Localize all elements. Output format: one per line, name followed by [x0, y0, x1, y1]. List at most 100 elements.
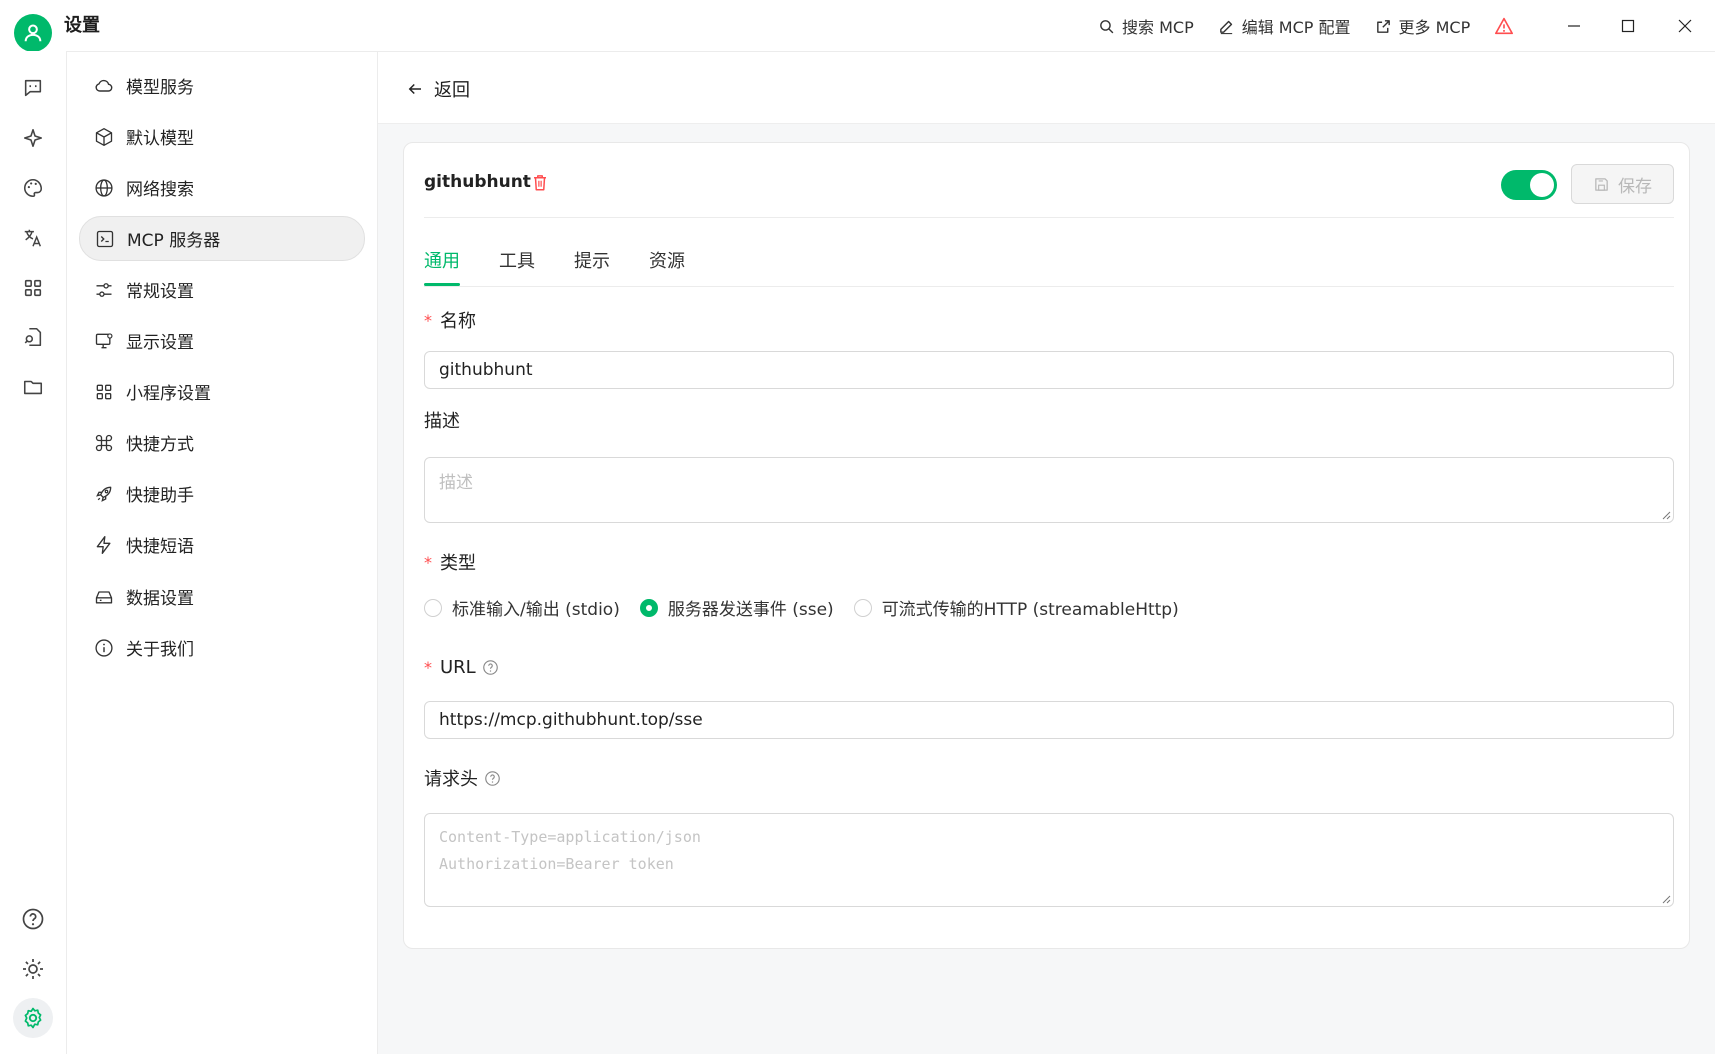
url-label: * URL — [424, 657, 499, 678]
chat-icon — [24, 79, 42, 97]
rail-folder-button[interactable] — [15, 369, 51, 405]
nav-item-data-settings[interactable]: 数据设置 — [79, 574, 365, 619]
search-mcp-label: 搜索 MCP — [1122, 18, 1194, 37]
cube-icon — [93, 126, 115, 148]
rail-chat-button[interactable] — [15, 70, 51, 106]
nav-item-mcp-servers[interactable]: MCP 服务器 — [79, 216, 365, 261]
nav-item-miniapp-settings[interactable]: 小程序设置 — [79, 369, 365, 414]
monitor-icon — [93, 330, 115, 352]
maximize-button[interactable] — [1614, 12, 1642, 40]
nav-item-quick-assistant[interactable]: 快捷助手 — [79, 471, 365, 516]
nav-item-label: 默认模型 — [126, 129, 194, 149]
required-mark: * — [424, 658, 432, 677]
rail-assistant-button[interactable] — [15, 120, 51, 156]
resize-handle-icon[interactable] — [1661, 894, 1671, 904]
close-icon — [1678, 19, 1692, 33]
rail-translate-button[interactable] — [15, 220, 51, 256]
server-card: githubhunt 保存 通用 工具 提示 资源 * 名称 githubhun… — [403, 142, 1690, 949]
edit-mcp-config-label: 编辑 MCP 配置 — [1241, 18, 1351, 37]
search-mcp-button[interactable]: 搜索 MCP — [1098, 14, 1194, 38]
delete-server-button[interactable] — [531, 173, 549, 193]
warning-button[interactable] — [1494, 17, 1514, 35]
avatar[interactable] — [14, 14, 52, 52]
rail-apps-button[interactable] — [15, 270, 51, 306]
headers-placeholder: Content-Type=application/json Authorizat… — [439, 828, 701, 873]
headers-field[interactable]: Content-Type=application/json Authorizat… — [424, 813, 1674, 907]
radio-streamable-http[interactable]: 可流式传输的HTTP (streamableHttp) — [853, 595, 1179, 620]
rail-help-button[interactable] — [15, 901, 51, 937]
name-value: githubhunt — [439, 360, 533, 380]
more-mcp-button[interactable]: 更多 MCP — [1375, 14, 1470, 38]
nav-item-display-settings[interactable]: 显示设置 — [79, 318, 365, 363]
server-name: githubhunt — [424, 172, 531, 192]
rail-settings-button[interactable] — [13, 998, 53, 1038]
type-label-text: 类型 — [440, 553, 476, 574]
name-label: * 名称 — [424, 307, 476, 333]
globe-icon — [93, 177, 115, 199]
rail-files-button[interactable] — [15, 319, 51, 355]
rail-paint-button[interactable] — [15, 170, 51, 206]
nav-item-label: 网络搜索 — [126, 180, 194, 200]
back-button[interactable]: 返回 — [406, 76, 470, 102]
drive-icon — [93, 586, 115, 608]
tab-tools[interactable]: 工具 — [499, 247, 535, 273]
palette-icon — [24, 178, 43, 198]
nav-item-general-settings[interactable]: 常规设置 — [79, 267, 365, 312]
toggle-knob — [1530, 173, 1554, 197]
tab-active-indicator — [424, 283, 460, 286]
search-icon — [1100, 19, 1114, 33]
nav-item-label: 常规设置 — [126, 282, 194, 302]
nav-item-web-search[interactable]: 网络搜索 — [79, 165, 365, 210]
nav-item-label: 关于我们 — [126, 640, 194, 660]
tab-resources[interactable]: 资源 — [649, 247, 685, 273]
type-label: * 类型 — [424, 549, 476, 575]
titlebar-actions: 搜索 MCP 编辑 MCP 配置 更多 MCP — [1098, 13, 1514, 39]
description-label: 描述 — [424, 407, 460, 433]
terminal-icon — [94, 228, 116, 250]
tab-general[interactable]: 通用 — [424, 247, 460, 273]
save-label: 保存 — [1618, 176, 1652, 197]
nav-item-label: 快捷方式 — [126, 435, 194, 455]
save-icon — [1595, 177, 1608, 191]
rocket-icon — [93, 483, 115, 505]
command-icon — [93, 432, 115, 454]
folder-icon — [23, 380, 43, 395]
radio-stdio-label: 标准输入/输出 (stdio) — [452, 600, 620, 620]
main-content: 返回 githubhunt 保存 通用 工具 提示 资源 * 名称 github… — [378, 51, 1715, 1054]
nav-item-default-model[interactable]: 默认模型 — [79, 114, 365, 159]
help-circle-icon[interactable] — [484, 770, 501, 787]
title-bar: 设置 搜索 MCP 编辑 MCP 配置 更多 MCP — [0, 0, 1715, 52]
rail-theme-button[interactable] — [15, 951, 51, 987]
server-enabled-toggle[interactable] — [1501, 170, 1557, 200]
radio-stdio[interactable]: 标准输入/输出 (stdio) — [424, 595, 620, 620]
help-circle-icon[interactable] — [482, 659, 499, 676]
resize-handle-icon[interactable] — [1661, 510, 1671, 520]
theme-sun-icon — [23, 959, 43, 979]
name-field[interactable]: githubhunt — [424, 351, 1674, 389]
bolt-icon — [93, 534, 115, 556]
edit-mcp-config-button[interactable]: 编辑 MCP 配置 — [1218, 14, 1351, 38]
required-mark: * — [424, 552, 432, 572]
tab-prompts[interactable]: 提示 — [574, 247, 610, 273]
sparkle-icon — [23, 128, 43, 148]
nav-item-label: 快捷助手 — [126, 486, 194, 506]
url-field[interactable]: https://mcp.githubhunt.top/sse — [424, 701, 1674, 739]
name-label-text: 名称 — [440, 311, 476, 332]
nav-item-shortcuts[interactable]: 快捷方式 — [79, 420, 365, 465]
user-icon — [24, 24, 42, 42]
nav-item-label: MCP 服务器 — [127, 231, 221, 251]
radio-circle — [424, 598, 442, 617]
nav-item-about[interactable]: 关于我们 — [79, 625, 365, 670]
nav-item-quick-phrases[interactable]: 快捷短语 — [79, 522, 365, 567]
nav-item-label: 模型服务 — [126, 78, 194, 98]
description-field[interactable]: 描述 — [424, 457, 1674, 523]
back-bar: 返回 — [378, 52, 1715, 124]
nav-item-model-service[interactable]: 模型服务 — [79, 63, 365, 108]
description-placeholder: 描述 — [439, 473, 473, 493]
arrow-left-icon — [408, 83, 421, 95]
save-button[interactable]: 保存 — [1571, 164, 1674, 204]
close-button[interactable] — [1671, 12, 1699, 40]
server-tabs: 通用 工具 提示 资源 — [424, 237, 1674, 287]
minimize-button[interactable] — [1560, 12, 1588, 40]
radio-sse[interactable]: 服务器发送事件 (sse) — [639, 595, 834, 620]
